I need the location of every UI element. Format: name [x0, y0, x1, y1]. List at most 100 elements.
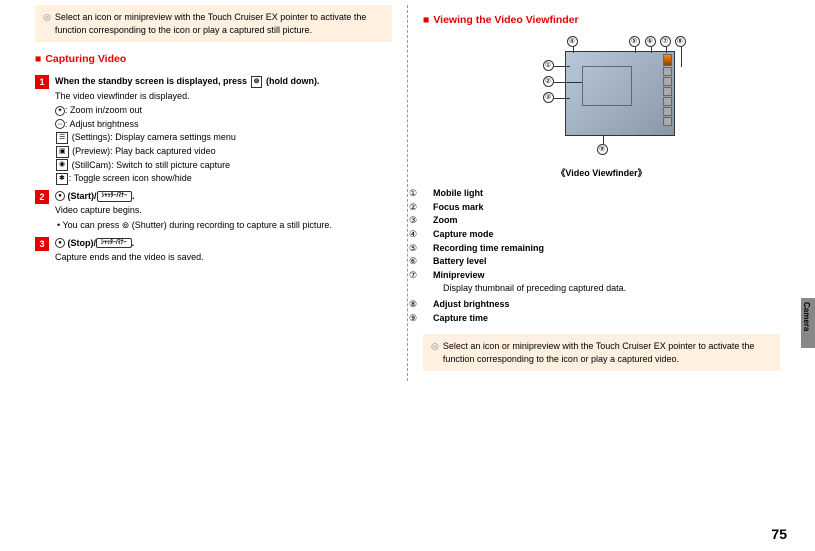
step-3-mid: (Stop)/: [65, 238, 96, 248]
heading-capturing-video: ■Capturing Video: [35, 52, 392, 67]
step-num-3: 3: [35, 237, 49, 251]
step-num-2: 2: [35, 190, 49, 204]
step-2-bullet-text: You can press ⊚ (Shutter) during recordi…: [63, 220, 332, 230]
legend-label: Battery level: [433, 256, 487, 266]
screen-icon: [663, 67, 672, 76]
toggle-label: : Toggle screen icon show/hide: [69, 173, 192, 183]
diagram-caption: 《Video Viewfinder》: [423, 167, 780, 180]
legend-num: ⑧: [423, 298, 433, 311]
settings-line: ☰ (Settings): Display camera settings me…: [55, 131, 392, 144]
step-num-1: 1: [35, 75, 49, 89]
legend-label: Capture time: [433, 313, 488, 323]
brightness-label: : Adjust brightness: [65, 119, 139, 129]
screen-icon: [663, 97, 672, 106]
step-2: 2 ● (Start)/ｼｬｯﾀｰ/ﾏﾅｰ. Video capture beg…: [35, 190, 392, 233]
callout-8: ⑧: [675, 36, 686, 47]
callout-line: [554, 66, 570, 67]
step-1-desc: The video viewfinder is displayed.: [55, 90, 392, 103]
preview-label: (Preview): Play back captured video: [70, 146, 216, 156]
callout-2: ②: [543, 76, 554, 87]
focus-frame: [582, 66, 632, 106]
step-1-title: When the standby screen is displayed, pr…: [55, 75, 392, 88]
screen-sidebar: [663, 54, 673, 127]
zoom-label: : Zoom in/zoom out: [65, 105, 142, 115]
callout-line: [651, 47, 652, 53]
asterisk-icon: ✱: [56, 173, 68, 185]
toggle-line: ✱: Toggle screen icon show/hide: [55, 172, 392, 185]
legend-item-4: ④Capture mode: [423, 228, 780, 241]
heading-label: Capturing Video: [45, 53, 126, 65]
legend-num: ④: [423, 228, 433, 241]
tip-bullet-icon-2: ◎: [431, 340, 439, 365]
legend-item-7: ⑦Minipreview: [423, 269, 780, 282]
callout-9: ⑨: [597, 144, 608, 155]
settings-label: (Settings): Display camera settings menu: [69, 132, 236, 142]
center-key-icon: ●: [55, 191, 65, 201]
heading-viewfinder-label: Viewing the Video Viewfinder: [433, 14, 578, 26]
step-2-title: ● (Start)/ｼｬｯﾀｰ/ﾏﾅｰ.: [55, 190, 392, 203]
legend-num: ③: [423, 214, 433, 227]
legend-item-6: ⑥Battery level: [423, 255, 780, 268]
settings-icon: ☰: [56, 132, 68, 144]
legend-item-9: ⑨Capture time: [423, 312, 780, 325]
callout-6: ⑥: [645, 36, 656, 47]
phone-screen: [565, 51, 675, 136]
section-marker-icon-2: ■: [423, 14, 429, 26]
tip-text-video: Select an icon or minipreview with the T…: [443, 340, 772, 365]
legend-item-8: ⑧Adjust brightness: [423, 298, 780, 311]
screen-icon: [663, 117, 672, 126]
legend-label: Mobile light: [433, 188, 483, 198]
legend-label: Zoom: [433, 215, 458, 225]
legend-item-3: ③Zoom: [423, 214, 780, 227]
stillcam-line: ◉ (StillCam): Switch to still picture ca…: [55, 159, 392, 172]
heading-viewfinder: ■ Viewing the Video Viewfinder: [423, 13, 780, 28]
stillcam-label: (StillCam): Switch to still picture capt…: [69, 160, 230, 170]
callout-line: [573, 47, 574, 53]
page-number: 75: [771, 525, 787, 545]
step-2-bullet: • You can press ⊚ (Shutter) during recor…: [55, 219, 392, 232]
legend-label: Recording time remaining: [433, 243, 544, 253]
step-1-title-before: When the standby screen is displayed, pr…: [55, 76, 250, 86]
zoom-line: ✦: Zoom in/zoom out: [55, 104, 392, 117]
tip-box-still: ◎ Select an icon or minipreview with the…: [35, 5, 392, 42]
callout-line: [681, 47, 682, 67]
step-2-mid: (Start)/: [65, 191, 97, 201]
screen-icon: [663, 87, 672, 96]
screen-icon: [663, 107, 672, 116]
callout-line: [554, 82, 582, 83]
viewfinder-diagram: ① ② ③ ④ ⑤ ⑥ ⑦ ⑧ ⑨: [507, 36, 697, 161]
step-1-title-after: (hold down).: [263, 76, 319, 86]
legend: ①Mobile light ②Focus mark ③Zoom ④Capture…: [423, 187, 780, 324]
step-3: 3 ● (Stop)/ｼｬｯﾀｰ/ﾏﾅｰ. Capture ends and t…: [35, 237, 392, 266]
step-1: 1 When the standby screen is displayed, …: [35, 75, 392, 186]
center-key-icon-2: ●: [55, 238, 65, 248]
preview-icon: ▣: [56, 146, 69, 158]
callout-line: [635, 47, 636, 53]
callout-line: [554, 98, 570, 99]
shutter-button-icon-2: ｼｬｯﾀｰ/ﾏﾅｰ: [96, 238, 132, 248]
stillcam-icon: ◉: [56, 159, 68, 171]
callout-3: ③: [543, 92, 554, 103]
legend-num: ①: [423, 187, 433, 200]
legend-label: Adjust brightness: [433, 299, 510, 309]
legend-num: ⑤: [423, 242, 433, 255]
tip-bullet-icon: ◎: [43, 11, 51, 36]
brightness-icon: ↔: [55, 119, 65, 129]
legend-num: ②: [423, 201, 433, 214]
legend-label: Focus mark: [433, 202, 484, 212]
callout-5: ⑤: [629, 36, 640, 47]
section-tab-label: Camera: [801, 302, 812, 331]
step-3-title: ● (Stop)/ｼｬｯﾀｰ/ﾏﾅｰ.: [55, 237, 392, 250]
tip-box-video: ◎ Select an icon or minipreview with the…: [423, 334, 780, 371]
callout-line: [666, 47, 667, 53]
callout-4: ④: [567, 36, 578, 47]
legend-num: ⑨: [423, 312, 433, 325]
shutter-button-icon: ｼｬｯﾀｰ/ﾏﾅｰ: [97, 191, 133, 201]
minipreview-icon: [663, 54, 672, 66]
callout-1: ①: [543, 60, 554, 71]
step-2-desc: Video capture begins.: [55, 204, 392, 217]
legend-num: ⑦: [423, 269, 433, 282]
step-3-desc: Capture ends and the video is saved.: [55, 251, 392, 264]
legend-num: ⑥: [423, 255, 433, 268]
legend-desc-7: Display thumbnail of preceding captured …: [423, 282, 780, 295]
